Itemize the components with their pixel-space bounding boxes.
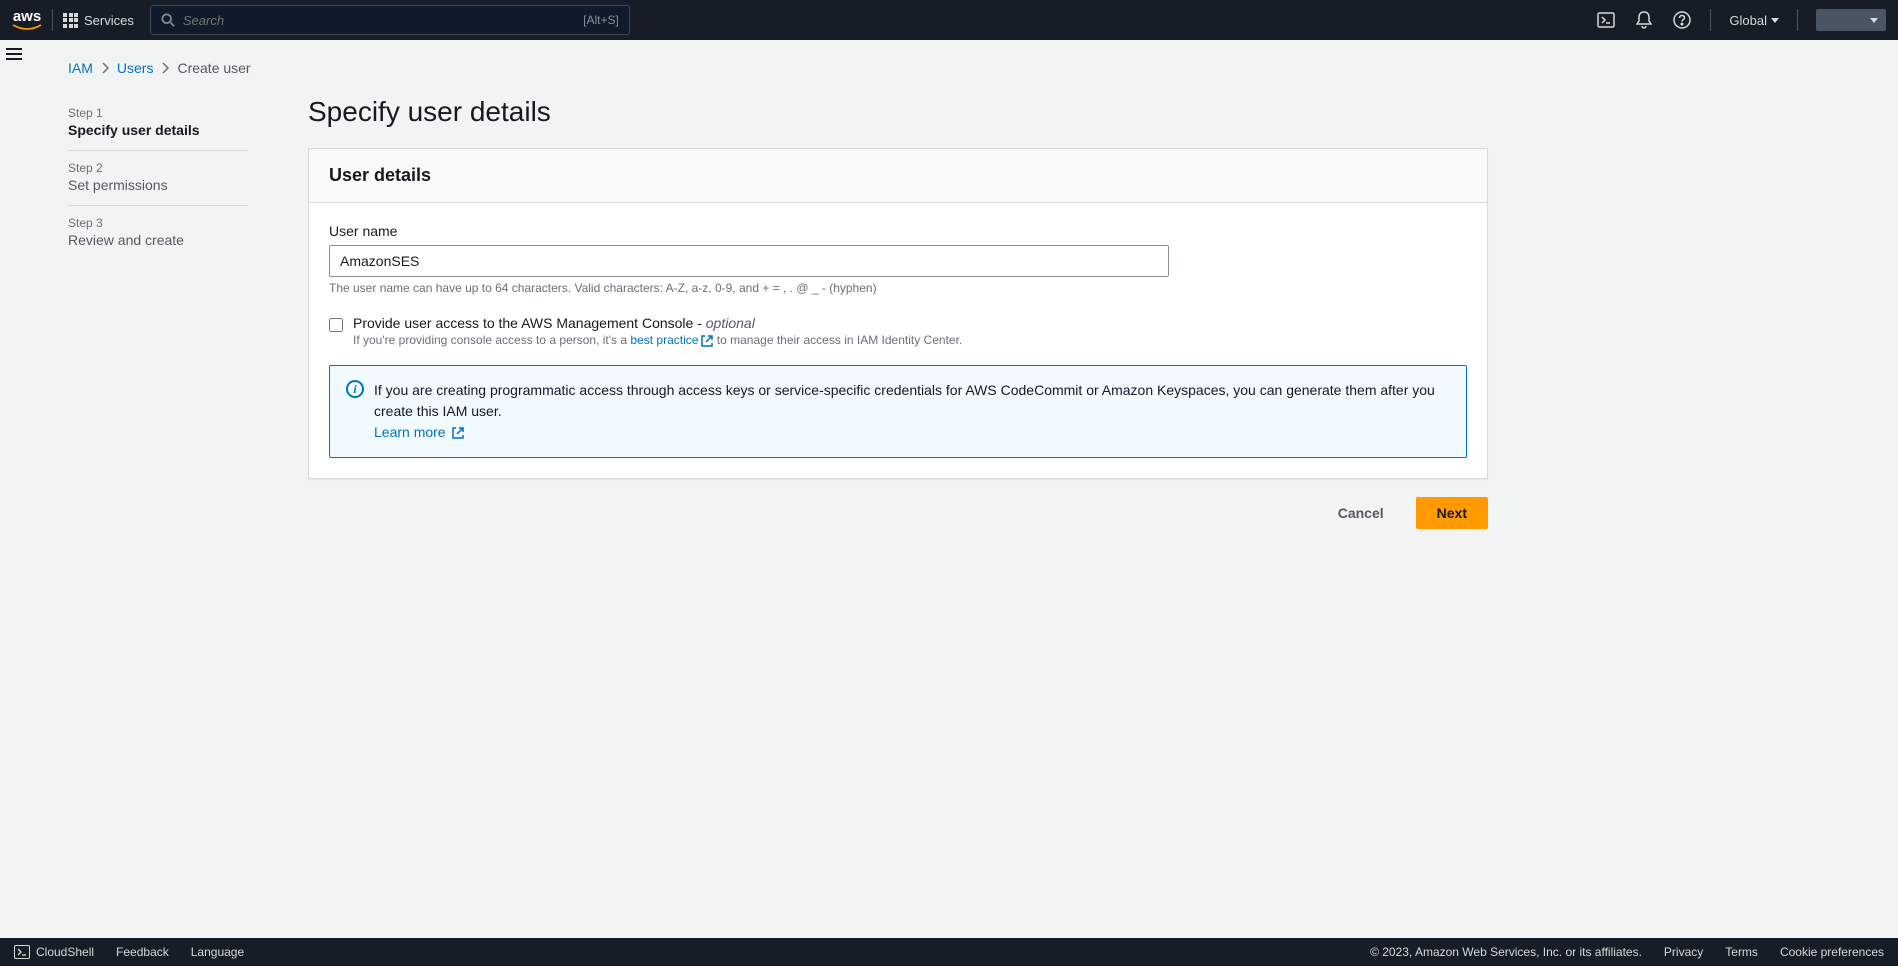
chevron-right-icon	[101, 62, 109, 74]
external-link-icon	[452, 427, 464, 439]
username-hint: The user name can have up to 64 characte…	[329, 281, 1467, 295]
privacy-link[interactable]: Privacy	[1664, 945, 1703, 959]
account-menu[interactable]	[1816, 9, 1886, 31]
breadcrumb-iam[interactable]: IAM	[68, 60, 93, 76]
cloudshell-icon	[14, 945, 30, 959]
step-name: Review and create	[68, 232, 248, 248]
divider	[52, 9, 53, 31]
caret-down-icon	[1771, 18, 1779, 23]
cloudshell-icon[interactable]	[1596, 10, 1616, 30]
info-icon: i	[346, 380, 364, 398]
search-hint: [Alt+S]	[583, 13, 619, 27]
step-number: Step 2	[68, 161, 248, 175]
notifications-icon[interactable]	[1634, 10, 1654, 30]
page-title: Specify user details	[308, 96, 1488, 128]
services-menu[interactable]: Services	[63, 13, 134, 28]
step-number: Step 1	[68, 106, 248, 120]
panel-body: User name The user name can have up to 6…	[309, 203, 1487, 478]
step-1[interactable]: Step 1 Specify user details	[68, 96, 248, 151]
user-details-panel: User details User name The user name can…	[308, 148, 1488, 479]
divider	[1797, 9, 1798, 31]
cloudshell-label: CloudShell	[36, 945, 94, 959]
step-name: Specify user details	[68, 122, 248, 138]
panel-title: User details	[329, 165, 1467, 186]
info-box: i If you are creating programmatic acces…	[329, 365, 1467, 458]
cookies-link[interactable]: Cookie preferences	[1780, 945, 1884, 959]
username-input[interactable]	[329, 245, 1169, 277]
terms-link[interactable]: Terms	[1725, 945, 1758, 959]
console-access-label: Provide user access to the AWS Managemen…	[353, 315, 962, 331]
step-2[interactable]: Step 2 Set permissions	[68, 151, 248, 206]
main-content: IAM Users Create user Step 1 Specify use…	[28, 40, 1898, 938]
step-name: Set permissions	[68, 177, 248, 193]
wizard-steps: Step 1 Specify user details Step 2 Set p…	[68, 96, 248, 529]
step-number: Step 3	[68, 216, 248, 230]
aws-logo[interactable]: aws	[12, 9, 42, 32]
wizard-actions: Cancel Next	[308, 497, 1488, 529]
chevron-right-icon	[161, 62, 169, 74]
search-icon	[161, 13, 175, 27]
divider	[1710, 9, 1711, 31]
next-button[interactable]: Next	[1416, 497, 1488, 529]
search-input[interactable]	[183, 13, 575, 28]
step-3[interactable]: Step 3 Review and create	[68, 206, 248, 260]
caret-down-icon	[1870, 18, 1878, 23]
help-icon[interactable]	[1672, 10, 1692, 30]
breadcrumb-users[interactable]: Users	[117, 60, 154, 76]
best-practice-link[interactable]: best practice	[630, 333, 713, 347]
side-nav-toggle[interactable]	[0, 40, 28, 68]
feedback-link[interactable]: Feedback	[116, 945, 169, 959]
form-column: Specify user details User details User n…	[308, 96, 1488, 529]
breadcrumb-current: Create user	[177, 60, 250, 76]
copyright: © 2023, Amazon Web Services, Inc. or its…	[1370, 945, 1642, 959]
cancel-button[interactable]: Cancel	[1318, 497, 1404, 529]
footer: CloudShell Feedback Language © 2023, Ama…	[0, 938, 1898, 966]
learn-more-link[interactable]: Learn more	[374, 424, 464, 440]
top-nav: aws Services [Alt+S] Global	[0, 0, 1898, 40]
console-access-checkbox[interactable]	[329, 318, 343, 332]
search-box[interactable]: [Alt+S]	[150, 5, 630, 35]
external-link-icon	[701, 335, 713, 347]
username-label: User name	[329, 223, 1467, 239]
nav-right: Global	[1596, 9, 1886, 31]
console-access-sub: If you're providing console access to a …	[353, 333, 962, 347]
panel-header: User details	[309, 149, 1487, 203]
cloudshell-button[interactable]: CloudShell	[14, 945, 94, 959]
breadcrumb: IAM Users Create user	[68, 60, 1858, 76]
search-wrap: [Alt+S]	[150, 5, 630, 35]
services-label: Services	[84, 13, 134, 28]
console-access-row: Provide user access to the AWS Managemen…	[329, 315, 1467, 347]
region-label: Global	[1729, 13, 1767, 28]
info-text: If you are creating programmatic access …	[374, 380, 1450, 443]
hamburger-icon	[6, 48, 22, 60]
grid-icon	[63, 13, 78, 28]
region-selector[interactable]: Global	[1729, 13, 1779, 28]
language-link[interactable]: Language	[191, 945, 244, 959]
